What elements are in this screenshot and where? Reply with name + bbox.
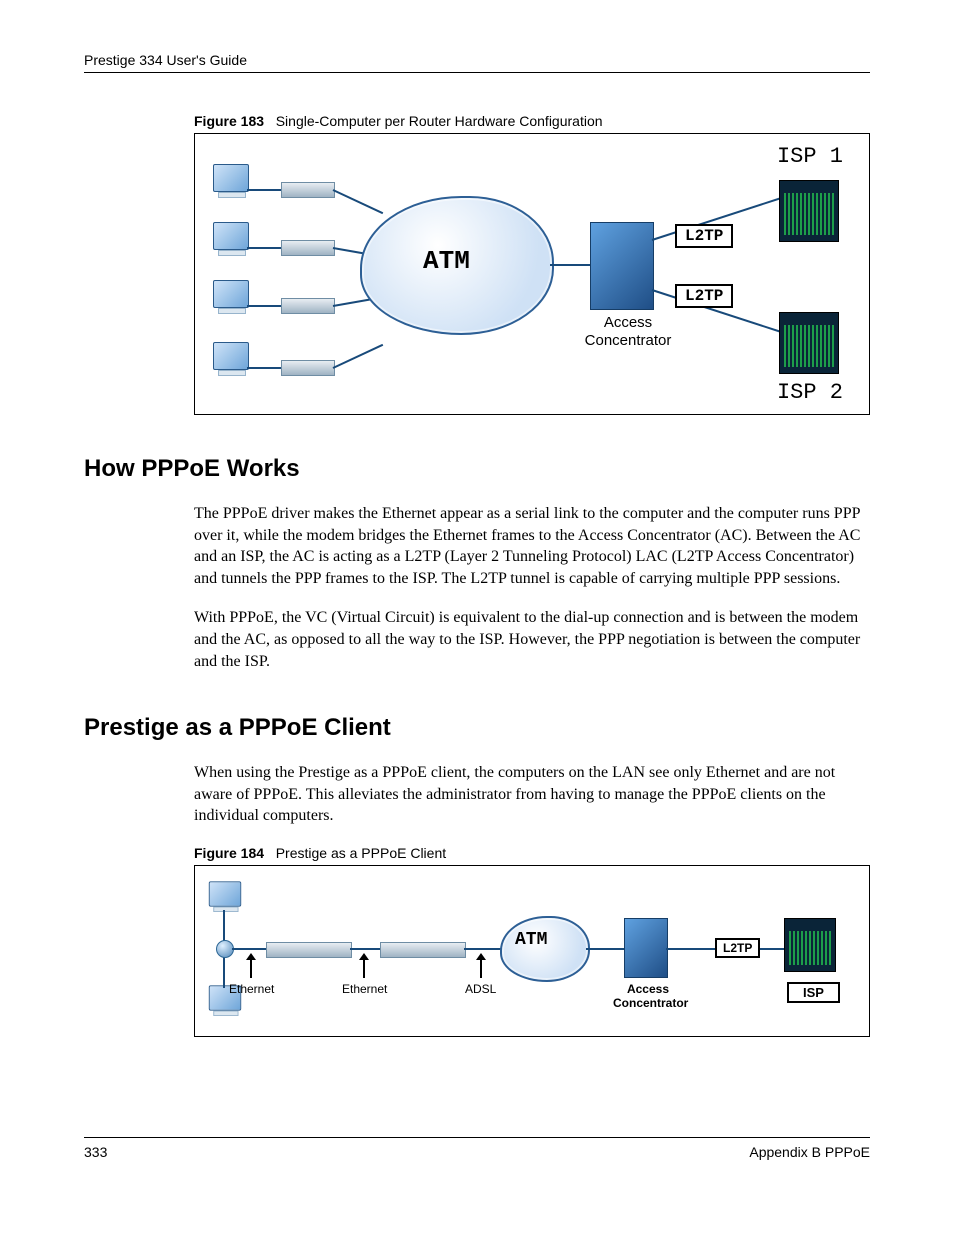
section-heading-how-pppoe-works: How PPPoE Works — [84, 455, 870, 483]
ethernet-label: Ethernet — [229, 982, 274, 996]
access-concentrator-icon — [590, 222, 654, 310]
modem-icon — [281, 240, 335, 256]
pc-icon — [209, 881, 241, 906]
l2tp-label: L2TP — [675, 284, 733, 308]
figure-183-caption: Figure 183 Single-Computer per Router Ha… — [194, 113, 870, 129]
footer-section-ref: Appendix B PPPoE — [749, 1144, 870, 1160]
page-footer: 333 Appendix B PPPoE — [84, 1137, 870, 1160]
figure-183: ATM Access Concentrator L2TP L2TP ISP 1 … — [194, 133, 870, 415]
arrow-icon — [363, 960, 365, 978]
arrow-icon — [250, 960, 252, 978]
page: Prestige 334 User's Guide Figure 183 Sin… — [0, 0, 954, 1200]
l2tp-label: L2TP — [715, 938, 760, 958]
adsl-label: ADSL — [465, 982, 496, 996]
pc-icon — [213, 222, 249, 250]
cloud-label: ATM — [515, 930, 547, 950]
access-concentrator-icon — [624, 918, 668, 978]
ac-label-2: Concentrator — [573, 332, 683, 349]
modem-icon — [281, 182, 335, 198]
figure-184-caption: Figure 184 Prestige as a PPPoE Client — [194, 845, 870, 861]
l2tp-label: L2TP — [675, 224, 733, 248]
page-number: 333 — [84, 1144, 107, 1160]
modem-icon — [281, 360, 335, 376]
prestige-device-icon — [266, 942, 352, 958]
isp2-label: ISP 2 — [775, 380, 845, 405]
body-paragraph: When using the Prestige as a PPPoE clien… — [194, 762, 870, 827]
figure-183-title: Single-Computer per Router Hardware Conf… — [276, 113, 603, 129]
isp-server-icon — [779, 312, 839, 374]
ac-label-1: Access — [627, 982, 669, 996]
pc-icon — [213, 164, 249, 192]
ethernet-label: Ethernet — [342, 982, 387, 996]
isp1-label: ISP 1 — [775, 144, 845, 169]
adsl-modem-icon — [380, 942, 466, 958]
isp-server-icon — [784, 918, 836, 972]
body-paragraph: The PPPoE driver makes the Ethernet appe… — [194, 503, 870, 589]
body-paragraph: With PPPoE, the VC (Virtual Circuit) is … — [194, 607, 870, 672]
ac-label-2: Concentrator — [613, 996, 688, 1010]
figure-184-number: Figure 184 — [194, 845, 264, 861]
modem-icon — [281, 298, 335, 314]
running-header: Prestige 334 User's Guide — [84, 52, 870, 73]
pc-icon — [213, 342, 249, 370]
figure-183-number: Figure 183 — [194, 113, 264, 129]
isp-label: ISP — [787, 982, 840, 1003]
isp-server-icon — [779, 180, 839, 242]
cloud-label: ATM — [423, 246, 470, 276]
pc-icon — [213, 280, 249, 308]
section-heading-prestige-client: Prestige as a PPPoE Client — [84, 714, 870, 742]
ac-label: Access Concentrator — [613, 982, 683, 1011]
figure-184: ATM Ethernet Ethernet ADSL Access Concen… — [194, 865, 870, 1037]
ac-label-1: Access — [593, 314, 663, 331]
arrow-icon — [480, 960, 482, 978]
figure-184-title: Prestige as a PPPoE Client — [276, 845, 446, 861]
